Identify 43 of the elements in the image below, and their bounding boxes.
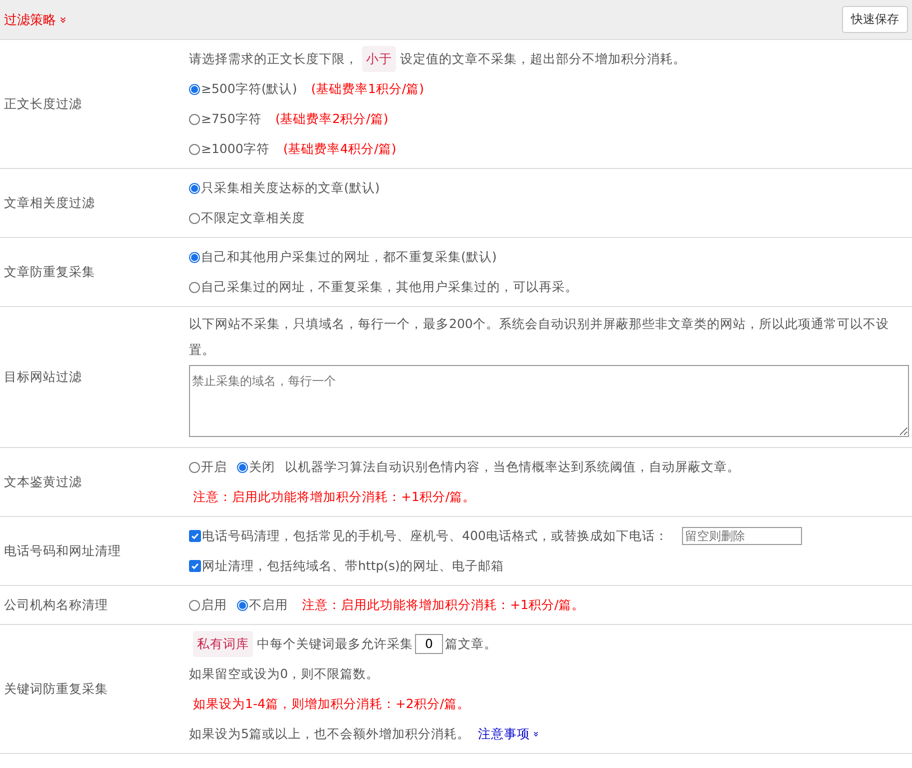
checkbox-label[interactable]: 网址清理，包括纯域名、带http(s)的网址、电子邮箱 xyxy=(202,553,504,579)
chevron-icon[interactable]: » xyxy=(56,16,71,24)
radio-label[interactable]: ≥500字符(默认) xyxy=(201,76,298,102)
row-label: 正文长度过滤 xyxy=(4,96,82,112)
description-text: 以机器学习算法自动识别色情内容，当色情概率达到系统阈值，自动屏蔽文章。 xyxy=(285,458,740,476)
number-input[interactable]: 0 xyxy=(415,634,443,654)
radio-label[interactable]: ≥1000字符 xyxy=(201,136,270,162)
radio-label[interactable]: 不限定文章相关度 xyxy=(201,205,305,231)
keyword-tag: 私有词库 xyxy=(193,631,253,657)
checkbox-label[interactable]: 电话号码清理，包括常见的手机号、座机号、400电话格式，或替换成如下电话： xyxy=(202,523,668,549)
description-text: 篇文章。 xyxy=(445,635,497,653)
domain-textarea[interactable]: 禁止采集的域名，每行一个 xyxy=(189,365,909,437)
description-text: 如果留空或设为0，则不限篇数。 xyxy=(189,665,379,683)
save-button[interactable]: 快速保存 xyxy=(842,6,908,33)
warning-text: (基础费率2积分/篇) xyxy=(275,110,388,128)
radio-label[interactable]: 只采集相关度达标的文章(默认) xyxy=(201,175,380,201)
radio-label[interactable]: 自己和其他用户采集过的网址，都不重复采集(默认) xyxy=(201,244,497,270)
warning-text: 如果设为1-4篇，则增加积分消耗：+2积分/篇。 xyxy=(193,695,470,713)
description-text: 请选择需求的正文长度下限， xyxy=(189,50,358,68)
keyword-tag: 小于 xyxy=(362,46,396,72)
description-text: 设定值的文章不采集，超出部分不增加积分消耗。 xyxy=(400,50,686,68)
radio-label[interactable]: 开启 xyxy=(201,454,227,480)
description-text: 如果设为5篇或以上，也不会额外增加积分消耗。 xyxy=(189,725,470,743)
row-label: 文章相关度过滤 xyxy=(4,194,95,212)
row-label: 文本鉴黄过滤 xyxy=(4,474,82,490)
radio-label[interactable]: 启用 xyxy=(201,592,227,618)
section-title[interactable]: 过滤策略 xyxy=(4,12,56,28)
row-label: 电话号码和网址清理 xyxy=(4,542,121,560)
warning-text: (基础费率1积分/篇) xyxy=(311,80,424,98)
description-text: 以下网站不采集，只填域名，每行一个，最多200个。系统会自动识别并屏蔽那些非文章类的网站，所以此项通常可以不设置。 xyxy=(189,315,890,359)
description-text: 中每个关键词最多允许采集 xyxy=(257,635,413,653)
warning-text: (基础费率4积分/篇) xyxy=(283,140,396,158)
radio-label[interactable]: 不启用 xyxy=(249,592,288,618)
radio-label[interactable]: 自己采集过的网址，不重复采集，其他用户采集过的，可以再采。 xyxy=(201,274,578,300)
radio-label[interactable]: ≥750字符 xyxy=(201,106,262,132)
row-label: 文章防重复采集 xyxy=(4,264,95,280)
row-label: 关键词防重复采集 xyxy=(4,680,108,698)
warning-text: 注意：启用此功能将增加积分消耗：+1积分/篇。 xyxy=(193,488,476,506)
phone-input[interactable]: 留空则删除 xyxy=(682,527,802,545)
warning-text: 注意：启用此功能将增加积分消耗：+1积分/篇。 xyxy=(302,596,585,614)
row-label: 目标网站过滤 xyxy=(4,368,82,386)
radio-label[interactable]: 关闭 xyxy=(249,454,275,480)
row-label: 公司机构名称清理 xyxy=(4,596,108,614)
